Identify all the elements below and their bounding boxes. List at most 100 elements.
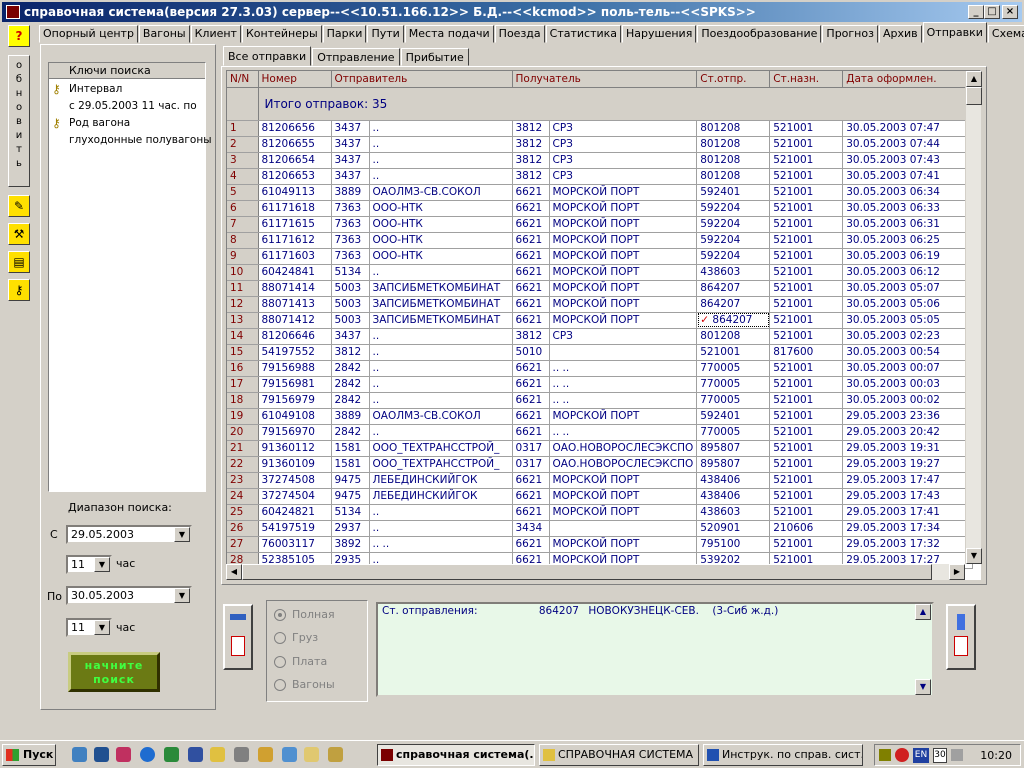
- table-cell[interactable]: 3889: [331, 184, 370, 201]
- table-cell[interactable]: 29.05.2003 20:42: [842, 424, 974, 441]
- maximize-button[interactable]: □: [984, 5, 1000, 19]
- scroll-left-icon[interactable]: ◀: [226, 564, 242, 580]
- table-cell[interactable]: 61171618: [258, 200, 332, 217]
- table-cell[interactable]: 61049108: [258, 408, 332, 425]
- table-cell[interactable]: 438603: [696, 264, 771, 281]
- table-cell[interactable]: 30.05.2003 06:19: [842, 248, 974, 265]
- table-cell[interactable]: 1581: [331, 440, 370, 457]
- table-row[interactable]: 26 54197519 2937.. 3434 520901 210606 29.05.20…: [227, 520, 974, 537]
- main-tab[interactable]: Поездообразование: [697, 25, 822, 43]
- table-cell[interactable]: 6621: [512, 264, 550, 281]
- main-tab[interactable]: Опорный центр: [39, 25, 138, 43]
- table-cell[interactable]: 3812: [512, 328, 550, 345]
- table-cell[interactable]: 29.05.2003 23:36: [842, 408, 974, 425]
- key-icon[interactable]: ⚷: [8, 279, 30, 301]
- antivirus-icon[interactable]: [895, 748, 909, 762]
- table-cell[interactable]: 30.05.2003 00:02: [842, 392, 974, 409]
- table-row[interactable]: 1 81206656 3437.. 3812 СРЗ 801208 521001 30.05.…: [227, 120, 974, 137]
- table-cell[interactable]: ..: [369, 152, 513, 169]
- option-wagons[interactable]: Вагоны: [274, 678, 335, 692]
- table-cell[interactable]: ..: [369, 328, 513, 345]
- main-tab[interactable]: Парки: [322, 25, 367, 43]
- table-cell[interactable]: 770005: [696, 376, 771, 393]
- table-row[interactable]: 14 81206646 3437.. 3812 СРЗ 801208 521001 30.05…: [227, 328, 974, 345]
- table-row[interactable]: 10 60424841 5134.. 6621 МОРСКОЙ ПОРТ 438603 52…: [227, 264, 974, 281]
- folder-icon[interactable]: [210, 747, 225, 762]
- start-button[interactable]: Пуск: [2, 744, 56, 766]
- table-cell[interactable]: 61171603: [258, 248, 332, 265]
- shipments-grid[interactable]: N/N Номер Отправитель Получатель Ст.отпр. Ст.…: [226, 70, 981, 580]
- main-tab[interactable]: Поезда: [494, 25, 545, 43]
- table-cell[interactable]: 7363: [331, 200, 370, 217]
- table-cell[interactable]: 6621: [512, 232, 550, 249]
- table-cell[interactable]: 79156979: [258, 392, 332, 409]
- table-cell[interactable]: 801208: [696, 136, 771, 153]
- table-cell[interactable]: 5003: [331, 280, 370, 297]
- chevron-down-icon[interactable]: ▼: [94, 620, 110, 635]
- column-header[interactable]: Получатель: [512, 71, 698, 88]
- table-cell[interactable]: 817600: [769, 344, 844, 361]
- table-cell[interactable]: ОАО.НОВОРОСЛЕСЭКСПО: [549, 456, 698, 473]
- table-cell[interactable]: 521001: [769, 472, 844, 489]
- table-cell[interactable]: 6621: [512, 392, 550, 409]
- table-cell[interactable]: .. ..: [549, 360, 698, 377]
- scroll-up-icon[interactable]: ▲: [966, 71, 982, 87]
- table-cell[interactable]: ООО_ТЕХТРАНССТРОЙ_: [369, 440, 513, 457]
- scroll-thumb[interactable]: [966, 87, 982, 105]
- table-cell[interactable]: 521001: [769, 440, 844, 457]
- search-key-wagon-type[interactable]: ⚷ Род вагона: [49, 115, 205, 132]
- table-cell[interactable]: 88071413: [258, 296, 332, 313]
- main-tab[interactable]: Схема ОЦ: [987, 25, 1024, 43]
- table-cell[interactable]: СРЗ: [549, 328, 698, 345]
- table-cell[interactable]: МОРСКОЙ ПОРТ: [549, 472, 698, 489]
- table-cell[interactable]: 438406: [696, 488, 771, 505]
- table-cell[interactable]: 3812: [512, 152, 550, 169]
- table-cell[interactable]: 30.05.2003 07:44: [842, 136, 974, 153]
- table-cell[interactable]: 7363: [331, 216, 370, 233]
- table-cell[interactable]: ..: [369, 360, 513, 377]
- table-cell[interactable]: 521001: [769, 328, 844, 345]
- table-cell[interactable]: 30.05.2003 07:47: [842, 120, 974, 137]
- table-cell[interactable]: ООО_ТЕХТРАНССТРОЙ_: [369, 456, 513, 473]
- table-cell[interactable]: 3812: [331, 344, 370, 361]
- task-word[interactable]: Инструк. по справ. сист...: [703, 744, 863, 766]
- desktop-icon[interactable]: [72, 747, 87, 762]
- table-cell[interactable]: 5134: [331, 504, 370, 521]
- table-cell[interactable]: 3437: [331, 152, 370, 169]
- main-tab[interactable]: Прогноз: [822, 25, 878, 43]
- table-cell[interactable]: 6621: [512, 184, 550, 201]
- table-cell[interactable]: 6621: [512, 408, 550, 425]
- table-cell[interactable]: СРЗ: [549, 136, 698, 153]
- table-cell[interactable]: 3437: [331, 136, 370, 153]
- table-cell[interactable]: МОРСКОЙ ПОРТ: [549, 200, 698, 217]
- table-cell[interactable]: ..: [369, 120, 513, 137]
- table-cell[interactable]: ЛЕБЕДИНСКИЙГОК: [369, 472, 513, 489]
- table-cell[interactable]: 521001: [769, 184, 844, 201]
- table-cell[interactable]: 0317: [512, 456, 550, 473]
- to-date-select[interactable]: 30.05.2003 ▼: [66, 586, 192, 605]
- chevron-down-icon[interactable]: ▼: [174, 527, 190, 542]
- main-tab[interactable]: Вагоны: [138, 25, 190, 43]
- table-cell[interactable]: 521001: [769, 296, 844, 313]
- media-icon[interactable]: [116, 747, 131, 762]
- table-cell[interactable]: 521001: [769, 216, 844, 233]
- search-keys-list[interactable]: Ключи поиска ⚷ Интервал с 29.05.2003 11 …: [48, 62, 212, 492]
- table-cell[interactable]: 9475: [331, 472, 370, 489]
- table-cell[interactable]: МОРСКОЙ ПОРТ: [549, 184, 698, 201]
- table-cell[interactable]: ОАОЛМЗ-СВ.СОКОЛ: [369, 184, 513, 201]
- table-cell[interactable]: ЗАПСИБМЕТКОМБИНАТ: [369, 312, 513, 329]
- option-cargo[interactable]: Груз: [274, 631, 318, 645]
- table-cell[interactable]: 6621: [512, 360, 550, 377]
- help-button[interactable]: ?: [8, 25, 30, 47]
- main-tab[interactable]: Архив: [878, 25, 922, 43]
- scroll-right-icon[interactable]: ▶: [949, 564, 965, 580]
- table-row[interactable]: 7 61171615 7363 ООО-НТК 6621 МОРСКОЙ ПОРТ 5922…: [227, 216, 974, 233]
- table-cell[interactable]: 6621: [512, 472, 550, 489]
- table-cell[interactable]: 521001: [769, 360, 844, 377]
- table-cell[interactable]: 521001: [769, 408, 844, 425]
- table-cell[interactable]: 521001: [769, 248, 844, 265]
- table-cell[interactable]: 29.05.2003 17:32: [842, 536, 974, 553]
- table-row[interactable]: 21 91360112 1581 ООО_ТЕХТРАНССТРОЙ_ 0317 ОАО.…: [227, 440, 974, 457]
- table-cell[interactable]: 592204: [696, 248, 771, 265]
- calculator-icon[interactable]: [234, 747, 249, 762]
